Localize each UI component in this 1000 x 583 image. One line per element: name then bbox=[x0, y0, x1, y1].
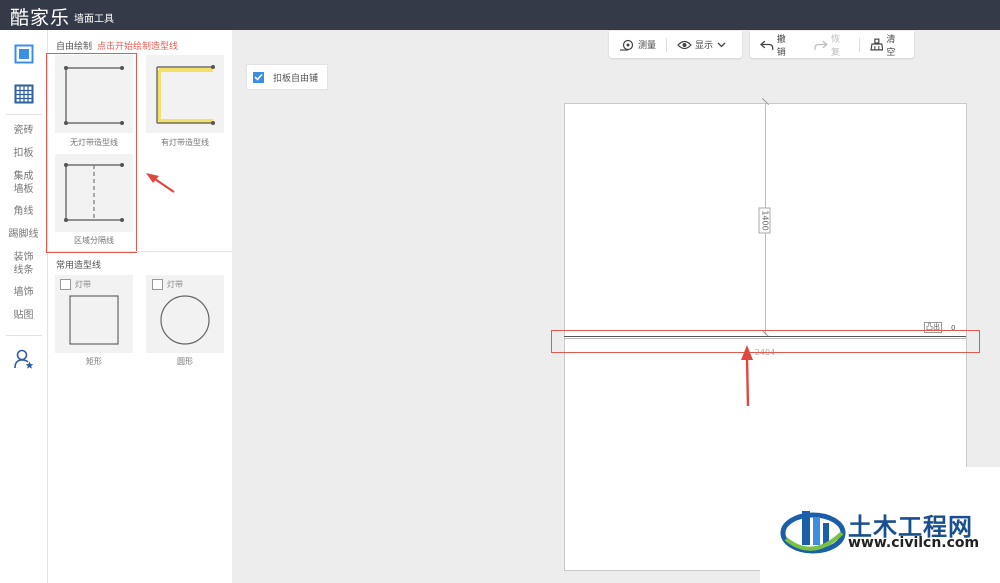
extrude-label: 凸出 bbox=[924, 322, 942, 333]
rail-item-corner-line[interactable]: 角线 bbox=[0, 205, 47, 218]
rail-item-label: 集成 bbox=[13, 171, 34, 182]
tile-grid-icon[interactable] bbox=[0, 74, 47, 114]
redo-icon bbox=[814, 40, 829, 50]
rail-item-wall-decor[interactable]: 墙饰 bbox=[0, 286, 47, 299]
top-bar: 酷家乐 墙面工具 bbox=[0, 0, 1000, 30]
vertical-dimension[interactable]: 1400 bbox=[759, 206, 772, 236]
rail-divider bbox=[6, 335, 42, 336]
wall-tool-icon[interactable] bbox=[0, 34, 47, 74]
vertical-dimension-value: 1400 bbox=[759, 207, 771, 234]
circle-shape-label: 圆形 bbox=[177, 357, 193, 366]
undo-label: 撤销 bbox=[776, 34, 786, 58]
line-with-light-icon bbox=[156, 65, 215, 125]
extrude-value[interactable]: 0 bbox=[951, 324, 955, 332]
edit-toolbar: 撤销 恢复 清空 bbox=[750, 31, 914, 58]
rect-shape-label: 矩形 bbox=[86, 357, 102, 366]
free-draw-hint: 点击开始绘制造型线 bbox=[97, 42, 179, 52]
line-with-light-label: 有灯带造型线 bbox=[161, 138, 209, 147]
redo-button[interactable]: 恢复 bbox=[804, 31, 858, 58]
divider-line-shadow bbox=[564, 338, 966, 339]
logo-text: 酷家乐 bbox=[10, 7, 71, 29]
clear-button[interactable]: 清空 bbox=[860, 31, 914, 58]
user-favorite-icon[interactable] bbox=[0, 339, 47, 379]
display-label: 显示 bbox=[695, 41, 714, 51]
free-tile-toggle[interactable]: 扣板自由铺 bbox=[246, 64, 328, 90]
free-draw-title: 自由绘制 点击开始绘制造型线 bbox=[56, 39, 178, 52]
line-with-light-card[interactable] bbox=[146, 55, 224, 133]
tape-measure-icon bbox=[620, 39, 634, 51]
measure-button[interactable]: 测量 bbox=[609, 31, 666, 58]
light-strip-checkbox[interactable] bbox=[152, 279, 163, 290]
redo-label: 恢复 bbox=[831, 34, 841, 58]
site-logo-icon bbox=[780, 511, 846, 554]
chevron-down-icon bbox=[717, 42, 726, 47]
rail-item-label: 线条 bbox=[13, 265, 34, 276]
broom-icon bbox=[869, 38, 884, 51]
app-logo[interactable]: 酷家乐 墙面工具 bbox=[10, 3, 114, 30]
rail-item-tiles[interactable]: 瓷砖 bbox=[0, 124, 47, 137]
red-arrow-icon bbox=[146, 173, 175, 193]
eye-icon bbox=[677, 40, 692, 49]
watermark-area: 土木工程网 www.civilcn.com bbox=[760, 467, 1000, 583]
measure-label: 测量 bbox=[638, 41, 657, 51]
module-name: 墙面工具 bbox=[74, 14, 115, 25]
undo-button[interactable]: 撤销 bbox=[750, 31, 804, 58]
rail-item-baseboard[interactable]: 踢脚线 bbox=[0, 228, 47, 241]
light-strip-label: 灯带 bbox=[75, 280, 91, 289]
light-strip-checkbox[interactable] bbox=[60, 279, 71, 290]
free-draw-heading: 自由绘制 bbox=[56, 42, 93, 52]
divider-line[interactable] bbox=[564, 336, 966, 337]
watermark-url: www.civilcn.com bbox=[848, 535, 980, 551]
red-arrow-icon bbox=[741, 345, 753, 407]
rail-item-sticker[interactable]: 贴图 bbox=[0, 309, 47, 322]
line-no-light-label: 无灯带造型线 bbox=[70, 138, 118, 147]
line-no-light-card[interactable] bbox=[55, 55, 133, 133]
rail-item-decor-line[interactable]: 装饰 线条 bbox=[0, 251, 47, 277]
area-divider-label: 区域分隔线 bbox=[74, 236, 114, 245]
extrude-control[interactable]: 凸出 0 bbox=[924, 322, 955, 333]
tool-panel: 自由绘制 点击开始绘制造型线 无灯带造型线 有灯带造型线 区域分隔线 常用造型线 … bbox=[46, 30, 232, 583]
free-tile-label: 扣板自由铺 bbox=[273, 73, 319, 84]
rail-item-panels[interactable]: 扣板 bbox=[0, 147, 47, 160]
line-no-light-icon bbox=[64, 66, 124, 125]
area-divider-card[interactable] bbox=[55, 154, 133, 232]
free-tile-checkbox[interactable] bbox=[253, 71, 264, 83]
rail-divider bbox=[6, 114, 42, 115]
view-toolbar: 测量 显示 bbox=[609, 31, 742, 58]
rail-item-label: 装饰 bbox=[13, 252, 34, 263]
common-shapes-title: 常用造型线 bbox=[56, 261, 102, 271]
checkmark-icon bbox=[254, 73, 263, 81]
light-strip-label: 灯带 bbox=[167, 280, 183, 289]
section-divider bbox=[48, 251, 232, 252]
left-rail: 瓷砖 扣板 集成墙板 角线 踢脚线 装饰线条 墙饰 贴图 bbox=[0, 30, 48, 583]
undo-icon bbox=[760, 40, 774, 50]
clear-label: 清空 bbox=[886, 34, 896, 58]
rail-item-integrated-board[interactable]: 集成 墙板 bbox=[0, 170, 47, 196]
area-divider-icon bbox=[64, 163, 124, 222]
display-dropdown[interactable]: 显示 bbox=[667, 31, 739, 58]
rail-item-label: 墙板 bbox=[13, 184, 34, 195]
